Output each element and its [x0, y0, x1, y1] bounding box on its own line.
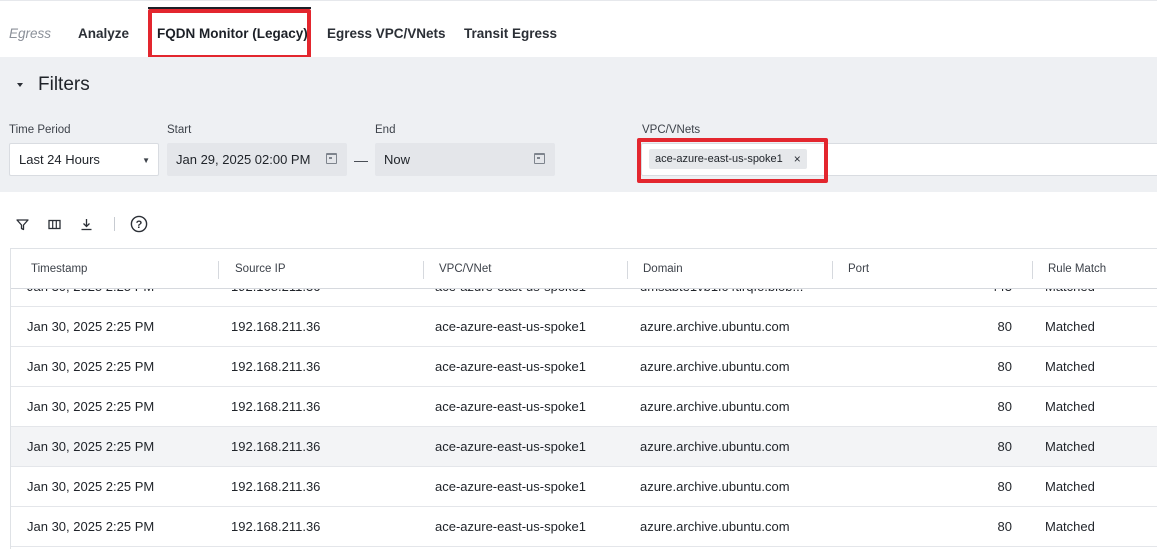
start-date-value: Jan 29, 2025 02:00 PM: [176, 152, 311, 167]
column-header-vpc-vnet[interactable]: VPC/VNet: [439, 263, 491, 275]
start-label: Start: [167, 124, 192, 136]
tab-fqdn-monitor-legacy[interactable]: FQDN Monitor (Legacy): [157, 26, 308, 41]
columns-icon[interactable]: [44, 214, 64, 234]
cell-rule-match: Matched: [1045, 479, 1095, 494]
vpc-chip: ace-azure-east-us-spoke1 ×: [649, 149, 807, 169]
vpc-vnets-label: VPC/VNets: [642, 124, 701, 136]
end-date-value: Now: [384, 152, 411, 167]
download-icon[interactable]: [76, 214, 96, 234]
column-resizer[interactable]: [627, 261, 628, 279]
cell-rule-match: Matched: [1045, 319, 1095, 334]
table-row[interactable]: Jan 30, 2025 2:25 PM 192.168.211.36 ace-…: [11, 307, 1157, 347]
cell-vpc: ace-azure-east-us-spoke1: [435, 439, 587, 454]
section-label-egress: Egress: [9, 26, 52, 41]
time-period-label: Time Period: [9, 124, 71, 136]
filters-toggle[interactable]: Filters: [17, 74, 90, 96]
date-range-separator: —: [354, 152, 368, 168]
table-row-hovered[interactable]: Jan 30, 2025 2:25 PM 192.168.211.36 ace-…: [11, 427, 1157, 467]
column-header-port[interactable]: Port: [848, 263, 869, 275]
cell-vpc: ace-azure-east-us-spoke1: [435, 359, 587, 374]
vpc-chip-label: ace-azure-east-us-spoke1: [655, 153, 783, 165]
calendar-icon: [534, 153, 545, 164]
column-resizer[interactable]: [423, 261, 424, 279]
cell-port: 80: [997, 359, 1012, 374]
cell-domain: azure.archive.ubuntu.com: [640, 439, 790, 454]
chevron-down-icon: ▼: [142, 156, 150, 165]
cell-timestamp: Jan 30, 2025 2:25 PM: [27, 399, 155, 414]
cell-rule-match: Matched: [1045, 439, 1095, 454]
cell-rule-match: Matched: [1045, 359, 1095, 374]
cell-timestamp: Jan 30, 2025 2:25 PM: [27, 439, 155, 454]
end-label: End: [375, 124, 396, 136]
cell-vpc: ace-azure-east-us-spoke1: [435, 319, 587, 334]
column-resizer[interactable]: [1032, 261, 1033, 279]
cell-rule-match: Matched: [1045, 519, 1095, 534]
cell-source-ip: 192.168.211.36: [231, 479, 321, 494]
toolbar-divider: [114, 217, 115, 231]
column-header-domain[interactable]: Domain: [643, 263, 683, 275]
filter-icon[interactable]: [12, 214, 32, 234]
cell-vpc: ace-azure-east-us-spoke1: [435, 479, 587, 494]
cell-source-ip: 192.168.211.36: [231, 439, 321, 454]
column-header-source-ip[interactable]: Source IP: [235, 263, 286, 275]
column-resizer[interactable]: [832, 261, 833, 279]
cell-domain: azure.archive.ubuntu.com: [640, 399, 790, 414]
cell-port: 80: [997, 399, 1012, 414]
start-date-input[interactable]: Jan 29, 2025 02:00 PM: [167, 143, 347, 176]
cell-timestamp: Jan 30, 2025 2:25 PM: [27, 319, 155, 334]
cell-timestamp: Jan 30, 2025 2:25 PM: [27, 519, 155, 534]
column-header-rule-match[interactable]: Rule Match: [1048, 263, 1106, 275]
active-tab-indicator: [148, 7, 311, 9]
cell-vpc: ace-azure-east-us-spoke1: [435, 399, 587, 414]
filters-title: Filters: [38, 74, 90, 95]
tab-transit-egress[interactable]: Transit Egress: [464, 26, 557, 41]
svg-text:?: ?: [136, 219, 143, 231]
cell-source-ip: 192.168.211.36: [231, 399, 321, 414]
filters-panel: Filters Time Period Last 24 Hours ▼ Star…: [0, 57, 1157, 192]
cell-timestamp: Jan 30, 2025 2:25 PM: [27, 479, 155, 494]
cell-domain: azure.archive.ubuntu.com: [640, 319, 790, 334]
cell-rule-match: Matched: [1045, 399, 1095, 414]
cell-port: 80: [997, 439, 1012, 454]
table-row[interactable]: Jan 30, 2025 2:25 PM 192.168.211.36 ace-…: [11, 467, 1157, 507]
table-header: Timestamp Source IP VPC/VNet Domain Port…: [11, 249, 1157, 289]
cell-source-ip: 192.168.211.36: [231, 319, 321, 334]
calendar-icon: [326, 153, 337, 164]
cell-domain: azure.archive.ubuntu.com: [640, 479, 790, 494]
tab-egress-vpc-vnets[interactable]: Egress VPC/VNets: [327, 26, 446, 41]
time-period-value: Last 24 Hours: [19, 152, 100, 167]
chip-remove-icon[interactable]: ×: [794, 152, 801, 166]
cell-domain: azure.archive.ubuntu.com: [640, 359, 790, 374]
help-icon[interactable]: ?: [129, 214, 149, 234]
table-row[interactable]: Jan 30, 2025 2:25 PM 192.168.211.36 ace-…: [11, 347, 1157, 387]
fqdn-log-table: Timestamp Source IP VPC/VNet Domain Port…: [10, 248, 1157, 549]
table-row[interactable]: Jan 30, 2025 2:25 PM 192.168.211.36 ace-…: [11, 507, 1157, 547]
end-date-input[interactable]: Now: [375, 143, 555, 176]
column-header-timestamp[interactable]: Timestamp: [31, 263, 87, 275]
cell-timestamp: Jan 30, 2025 2:25 PM: [27, 359, 155, 374]
tab-analyze[interactable]: Analyze: [78, 26, 129, 41]
cell-source-ip: 192.168.211.36: [231, 359, 321, 374]
cell-domain: azure.archive.ubuntu.com: [640, 519, 790, 534]
time-period-select[interactable]: Last 24 Hours ▼: [9, 143, 159, 176]
cell-port: 80: [997, 519, 1012, 534]
cell-port: 80: [997, 479, 1012, 494]
tab-bar: Egress Analyze FQDN Monitor (Legacy) Egr…: [0, 0, 1157, 59]
table-row[interactable]: Jan 30, 2025 2:25 PM 192.168.211.36 ace-…: [11, 387, 1157, 427]
cell-source-ip: 192.168.211.36: [231, 519, 321, 534]
cell-vpc: ace-azure-east-us-spoke1: [435, 519, 587, 534]
cell-port: 80: [997, 319, 1012, 334]
column-resizer[interactable]: [218, 261, 219, 279]
collapse-caret-icon: [17, 83, 23, 87]
